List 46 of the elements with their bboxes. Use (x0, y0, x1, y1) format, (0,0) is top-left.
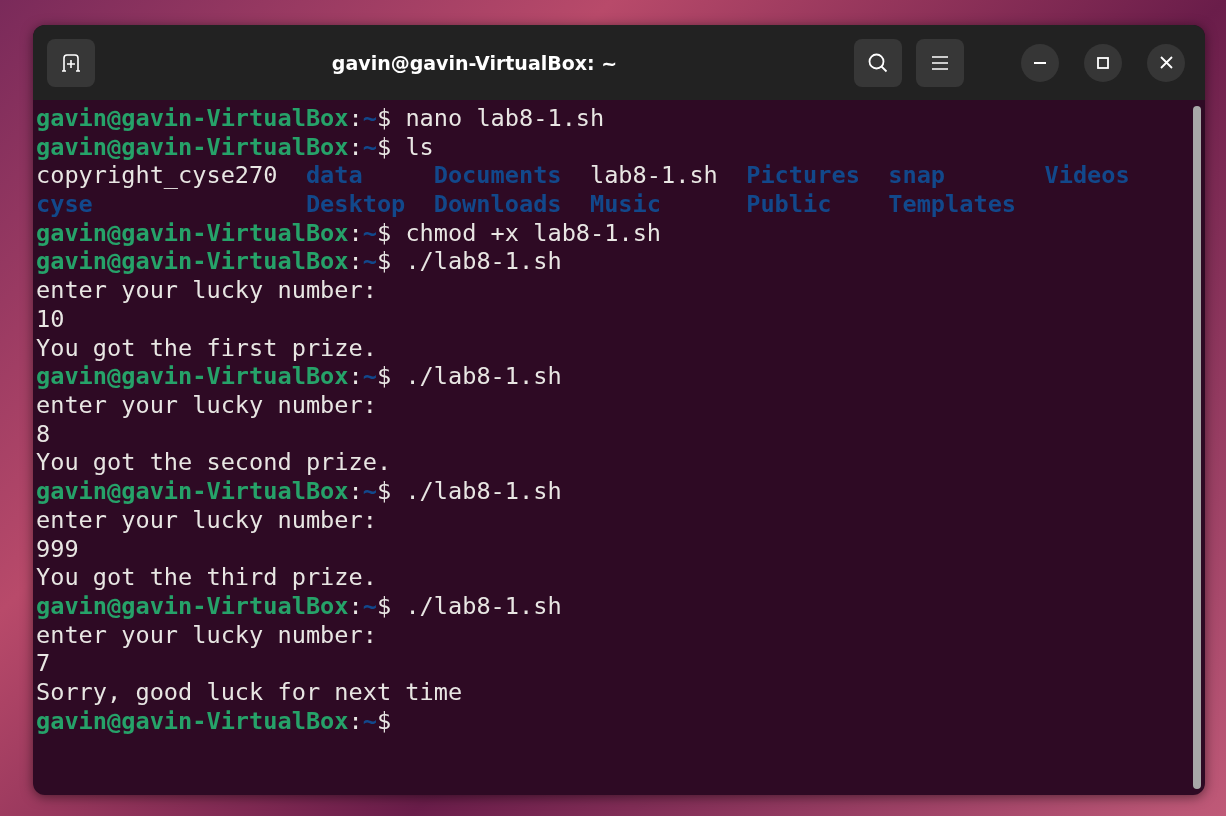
menu-button[interactable] (916, 38, 964, 87)
search-button[interactable] (854, 38, 902, 87)
prompt-line: gavin@gavin-VirtualBox:~$ ./lab8-1.sh (36, 362, 563, 391)
prompt-line: gavin@gavin-VirtualBox:~$ ./lab8-1.sh (36, 591, 563, 621)
output-line: 8 (36, 419, 52, 449)
output-line: You got the second prize. (36, 448, 393, 478)
search-icon (867, 51, 889, 74)
output-line: 999 (36, 534, 80, 564)
output-line: 7 (36, 649, 52, 679)
output-line: You got the third prize. (36, 563, 378, 592)
file-name: lab8-1.sh (589, 161, 719, 191)
prompt-line: gavin@gavin-VirtualBox:~$ ./lab8-1.sh (36, 247, 563, 277)
directory-name: Desktop (305, 190, 407, 219)
directory-name: snap (888, 161, 947, 191)
directory-name: Documents (433, 161, 563, 191)
maximize-button[interactable] (1084, 43, 1122, 82)
prompt-line: gavin@gavin-VirtualBox:~$ nano lab8-1.sh (36, 104, 606, 133)
output-line: enter your lucky number: (36, 505, 378, 535)
output-line: 10 (36, 304, 66, 334)
file-name: copyright_cyse270 (36, 161, 279, 191)
maximize-icon (1097, 56, 1109, 69)
prompt-line: gavin@gavin-VirtualBox:~$ chmod +x lab8-1.sh (36, 218, 663, 248)
window-title: gavin@gavin-VirtualBox: ~ (330, 51, 619, 74)
directory-name: Pictures (746, 161, 861, 191)
new-tab-icon (61, 53, 81, 72)
directory-name: Videos (1044, 161, 1131, 191)
output-line: enter your lucky number: (36, 620, 378, 650)
scrollbar-thumb[interactable] (1193, 106, 1201, 789)
new-tab-button[interactable] (47, 38, 95, 87)
output-line: enter your lucky number: (36, 276, 378, 305)
output-line: You got the first prize. (36, 333, 378, 363)
directory-name: Public (746, 190, 833, 219)
menu-icon (931, 54, 949, 71)
prompt-line: gavin@gavin-VirtualBox:~$ ./lab8-1.sh (36, 477, 563, 506)
output-line: enter your lucky number: (36, 391, 378, 420)
minimize-icon (1034, 60, 1046, 65)
directory-name: Templates (888, 190, 1018, 219)
close-icon (1159, 56, 1173, 69)
directory-name: Music (589, 190, 662, 219)
directory-name: Downloads (433, 190, 563, 219)
output-line: Sorry, good luck for next time (36, 678, 464, 707)
directory-name: data (305, 161, 364, 191)
prompt-line: gavin@gavin-VirtualBox:~$ (36, 706, 393, 736)
close-button[interactable] (1147, 43, 1185, 82)
directory-name: cyse (36, 190, 94, 219)
prompt-line: gavin@gavin-VirtualBox:~$ ls (36, 132, 435, 162)
